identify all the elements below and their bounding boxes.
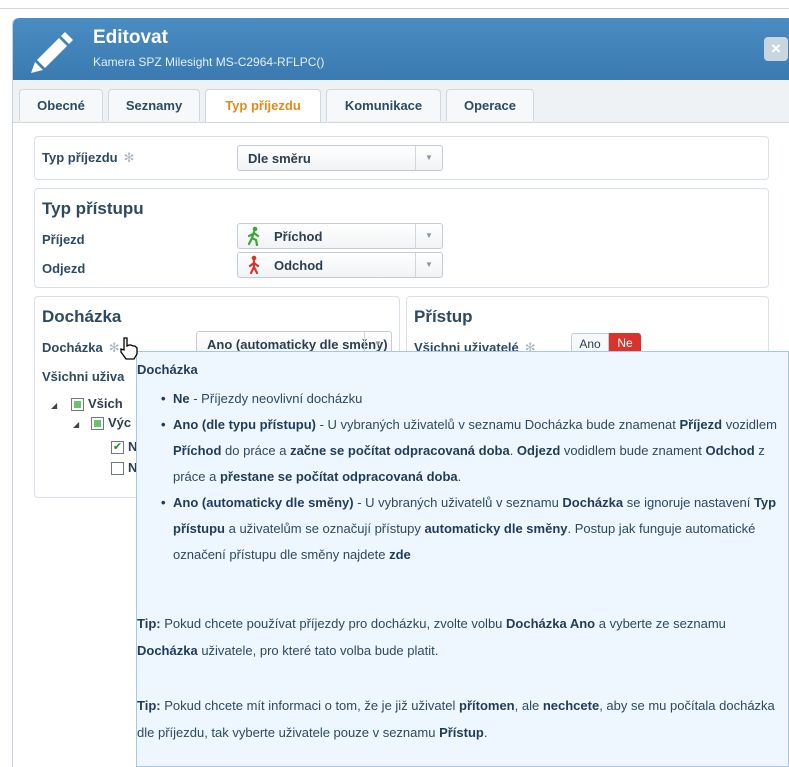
attendance-all-users-label: Všichni uživa xyxy=(42,369,125,384)
walking-person-red-icon xyxy=(248,255,260,275)
tree-checkbox-leaf-checked[interactable]: ✔ xyxy=(111,441,124,454)
arrival-type-label: Typ příjezdu ✻ xyxy=(42,150,135,165)
tree-item-child[interactable]: Výc xyxy=(108,415,131,430)
tooltip-item: Ano (dle typu přístupu) - U vybraných už… xyxy=(161,412,781,490)
arrival-type-panel: Typ příjezdu ✻ Dle směru ▼ xyxy=(34,136,769,180)
dialog-subtitle: Kamera SPZ Milesight MS-C2964-RFLPC() xyxy=(93,55,325,69)
walking-person-green-icon xyxy=(247,226,260,246)
access-title: Přístup xyxy=(414,307,473,326)
close-icon[interactable]: × xyxy=(764,37,788,61)
arrival-value: Příchod xyxy=(274,229,323,244)
tooltip-options-list: Ne - Příjezdy neovlivní docházku Ano (dl… xyxy=(161,386,781,568)
attendance-value: Ano (automaticky dle směny) xyxy=(207,337,388,352)
tree-checkbox-leaf[interactable] xyxy=(111,462,124,475)
tooltip-item: Ne - Příjezdy neovlivní docházku xyxy=(161,386,781,412)
attendance-title: Docházka xyxy=(42,307,122,326)
window-top-border xyxy=(0,8,789,9)
departure-value: Odchod xyxy=(274,258,324,273)
tree-checkbox-child[interactable] xyxy=(91,417,104,430)
chevron-down-icon: ▼ xyxy=(415,224,442,248)
arrival-type-value: Dle směru xyxy=(248,151,311,166)
arrival-type-select[interactable]: Dle směru ▼ xyxy=(237,145,443,171)
tree-expand-icon[interactable]: ◢ xyxy=(51,401,57,410)
chevron-down-icon: ▼ xyxy=(415,253,442,277)
tab-komunikace[interactable]: Komunikace xyxy=(326,89,441,121)
attendance-label: Docházka ✻ xyxy=(42,340,120,355)
access-type-panel: Typ přístupu Příjezd Příchod ▼ Odjezd Od… xyxy=(34,188,769,288)
tooltip-item: Ano (automaticky dle směny) - U vybranýc… xyxy=(161,490,781,568)
tooltip-tip: Tip: Pokud chcete používat příjezdy pro … xyxy=(137,616,726,658)
required-icon: ✻ xyxy=(123,150,135,165)
tab-bar: Obecné Seznamy Typ příjezdu Komunikace O… xyxy=(13,80,789,123)
tab-obecne[interactable]: Obecné xyxy=(19,89,103,121)
dialog-header: Editovat Kamera SPZ Milesight MS-C2964-R… xyxy=(13,18,789,80)
tree-checkbox-root[interactable] xyxy=(71,398,84,411)
tooltip-tip: Tip: Pokud chcete mít informaci o tom, ž… xyxy=(137,698,775,740)
tooltip-title: Docházka xyxy=(137,362,198,377)
departure-select[interactable]: Odchod ▼ xyxy=(237,252,443,278)
arrival-select[interactable]: Příchod ▼ xyxy=(237,223,443,249)
departure-label: Odjezd xyxy=(42,261,86,276)
hand-cursor-icon xyxy=(120,337,138,360)
tree-item-root[interactable]: Všich xyxy=(88,396,123,411)
pencil-icon xyxy=(31,32,73,73)
access-type-title: Typ přístupu xyxy=(42,199,144,218)
tab-operace[interactable]: Operace xyxy=(446,89,534,121)
arrival-label: Příjezd xyxy=(42,232,85,247)
tab-seznamy[interactable]: Seznamy xyxy=(108,89,200,121)
dialog-title: Editovat xyxy=(93,27,168,48)
chevron-down-icon: ▼ xyxy=(415,146,442,170)
attendance-help-tooltip: Docházka Ne - Příjezdy neovlivní docházk… xyxy=(136,351,789,767)
tree-expand-icon[interactable]: ◢ xyxy=(73,420,79,429)
tab-typ-prijezdu[interactable]: Typ příjezdu xyxy=(205,89,321,122)
